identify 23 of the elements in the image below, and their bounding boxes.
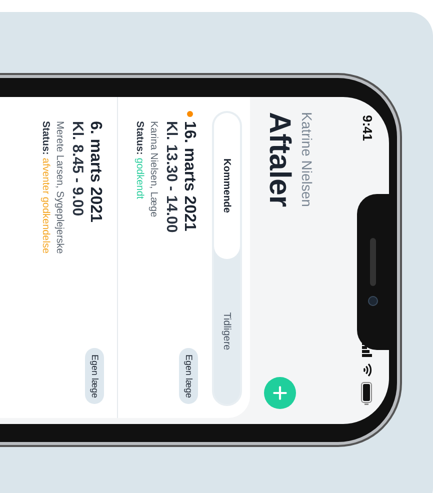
appointment-time: Kl. 8.45 - 9.00 xyxy=(68,121,86,218)
speaker-grille xyxy=(370,238,376,286)
status-label: Status: xyxy=(133,121,146,155)
battery-icon xyxy=(362,382,372,406)
status-time: 9:41 xyxy=(358,115,376,142)
appointment-time: Kl. 13.30 - 14.00 xyxy=(162,121,180,233)
plus-icon xyxy=(270,383,290,403)
status-value: afventer godkendelse xyxy=(39,158,52,254)
doctor-tag: Egen læge xyxy=(179,348,198,404)
status-value: godkendt xyxy=(133,158,146,200)
add-button[interactable] xyxy=(264,377,296,409)
appointment-date: 16. marts 2021 xyxy=(180,121,198,233)
wifi-icon xyxy=(362,363,372,377)
segment-tab[interactable]: Kommende xyxy=(214,113,240,258)
segment-tab[interactable]: Tidligere xyxy=(214,258,240,404)
camera-lens xyxy=(368,296,378,306)
staff-name: Merete Larsen, Sygeplejerske xyxy=(53,121,66,254)
user-name: Katrine Nielsen xyxy=(298,112,316,208)
staff-name: Karina Nielsen, Læge xyxy=(147,121,160,220)
page-title: Aftaler xyxy=(262,112,296,208)
status-label: Status: xyxy=(39,121,52,155)
appointment-date: 6. marts 2021 xyxy=(86,121,104,224)
doctor-tag: Egen læge xyxy=(85,348,104,404)
